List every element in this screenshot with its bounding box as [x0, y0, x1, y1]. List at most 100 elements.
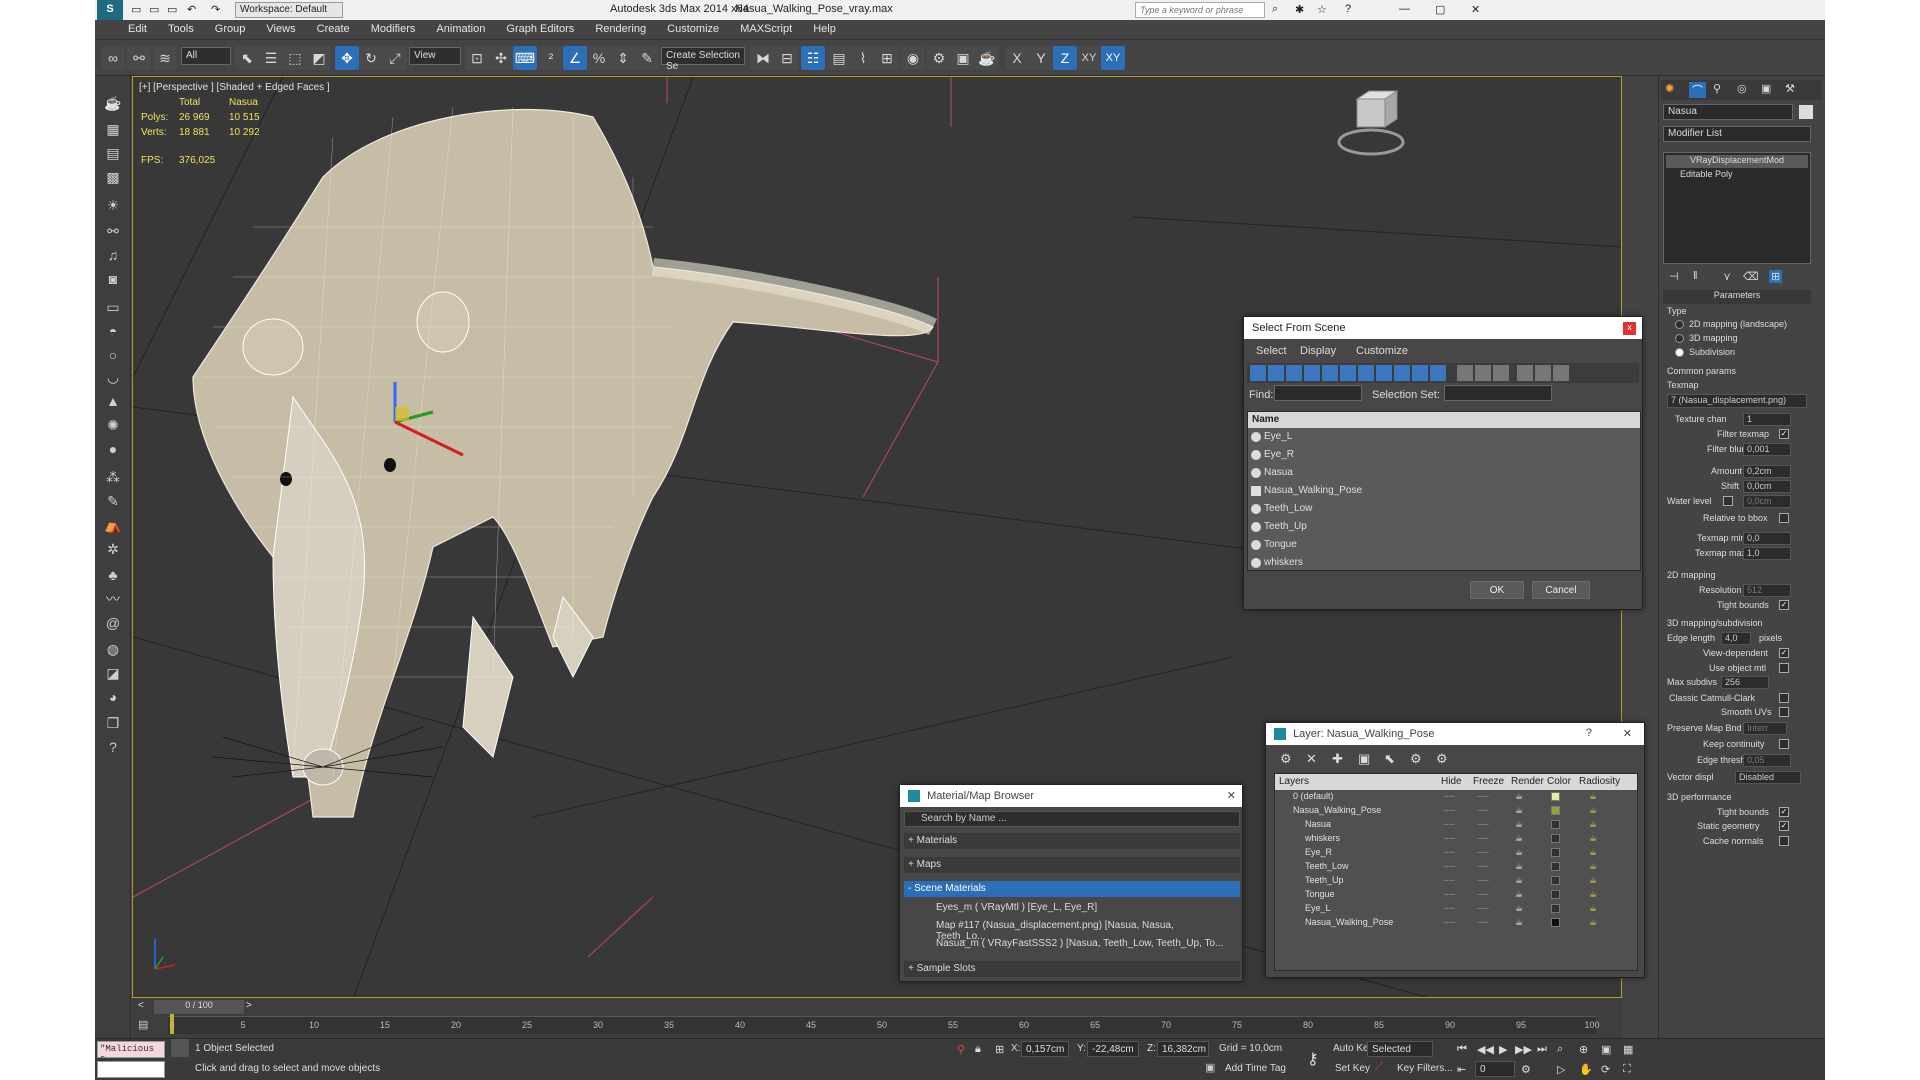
delete-layer-icon[interactable]: ✕: [1306, 751, 1317, 767]
pan-icon[interactable]: ✋: [1579, 1063, 1593, 1076]
freeze-toggle[interactable]: ----: [1477, 847, 1489, 857]
col-freeze[interactable]: Freeze: [1473, 776, 1504, 787]
scene-material-item[interactable]: Eyes_m ( VRayMtl ) [Eye_L, Eye_R]: [920, 900, 1240, 916]
time-config-icon[interactable]: ⚙: [1521, 1063, 1531, 1076]
render-production-icon[interactable]: ☕: [975, 46, 999, 70]
static-geometry-checkbox[interactable]: ✓: [1779, 821, 1789, 831]
snaps-toggle-icon[interactable]: ²: [539, 46, 563, 70]
remove-modifier-icon[interactable]: ⌫: [1743, 270, 1759, 283]
tent-icon[interactable]: ⛺: [101, 514, 125, 536]
scene-item[interactable]: Teeth_Low: [1248, 500, 1640, 518]
keep-continuity-checkbox[interactable]: [1779, 739, 1789, 749]
open-icon[interactable]: ▭: [149, 3, 159, 16]
tight-bounds-checkbox[interactable]: ✓: [1779, 600, 1789, 610]
radiosity-teapot-icon[interactable]: ☕︎: [1589, 791, 1597, 802]
star-icon[interactable]: ☆: [1317, 3, 1327, 16]
zoom-extents-all-icon[interactable]: ▦: [1623, 1043, 1633, 1056]
layer-row[interactable]: Teeth_Up ---- ---- ☕︎ ☕︎: [1275, 874, 1637, 888]
key-icon[interactable]: ⚷: [1307, 1049, 1319, 1069]
zoom-all-icon[interactable]: ⊕: [1579, 1043, 1588, 1056]
sample-slots-section[interactable]: + Sample Slots: [904, 961, 1240, 977]
render-teapot-icon[interactable]: ☕︎: [1515, 861, 1523, 872]
filter-texmap-checkbox[interactable]: ✓: [1779, 429, 1789, 439]
question-icon[interactable]: ?: [101, 736, 125, 758]
rendered-frame-icon[interactable]: ▣: [951, 46, 975, 70]
next-key-icon[interactable]: ▶▶: [1515, 1043, 1532, 1056]
type-2d-radio[interactable]: [1675, 320, 1684, 329]
fov-icon[interactable]: ▷: [1557, 1063, 1565, 1076]
menu-create[interactable]: Create: [308, 20, 359, 38]
menu-help[interactable]: Help: [804, 20, 845, 38]
layer-color-swatch[interactable]: [1551, 848, 1560, 857]
layer-color-swatch[interactable]: [1551, 876, 1560, 885]
radiosity-teapot-icon[interactable]: ☕︎: [1589, 833, 1597, 844]
files-icon[interactable]: ❐: [101, 712, 125, 734]
binoculars-icon[interactable]: ⌕: [1272, 3, 1278, 16]
sort-icon[interactable]: [1535, 365, 1551, 381]
vector-displ-dropdown[interactable]: Disabled: [1735, 771, 1801, 784]
layer-row[interactable]: Nasua_Walking_Pose ---- ---- ☕︎ ☕︎: [1275, 804, 1637, 818]
globe-icon[interactable]: ◍: [101, 638, 125, 660]
bind-spacewarp-icon[interactable]: ≋: [153, 46, 177, 70]
document-icon[interactable]: ▤: [101, 142, 125, 164]
add-to-layer-icon[interactable]: ▣: [1358, 751, 1370, 767]
freeze-toggle[interactable]: ----: [1477, 833, 1489, 843]
show-end-result-icon[interactable]: ‖: [1693, 270, 1698, 282]
app-logo-icon[interactable]: S: [97, 0, 123, 20]
water-level-checkbox[interactable]: [1723, 496, 1733, 506]
select-rotate-icon[interactable]: ↻: [359, 46, 383, 70]
axis-xy-cycle-button[interactable]: XY: [1101, 46, 1125, 70]
axis-x-button[interactable]: X: [1005, 46, 1029, 70]
curve-editor-icon[interactable]: ⌇: [851, 46, 875, 70]
search-input[interactable]: [1135, 2, 1265, 18]
mirror-icon[interactable]: ⧓: [751, 46, 775, 70]
texmap-button[interactable]: 7 (Nasua_displacement.png): [1667, 394, 1807, 408]
sun-icon[interactable]: ✺: [101, 414, 125, 436]
select-layer-icon[interactable]: ⬉: [1384, 751, 1395, 767]
layer-color-swatch[interactable]: [1551, 918, 1560, 927]
freeze-toggle[interactable]: ----: [1477, 917, 1489, 927]
render-icon[interactable]: ◕: [101, 686, 125, 708]
teapot-icon[interactable]: ☕: [101, 92, 125, 114]
select-object-icon[interactable]: ⬉: [235, 46, 259, 70]
texmap-min-spinner[interactable]: 0,0: [1743, 532, 1791, 545]
set-key-button[interactable]: Set Key: [1335, 1063, 1370, 1074]
layer-row[interactable]: Eye_L ---- ---- ☕︎ ☕︎: [1275, 902, 1637, 916]
menu-animation[interactable]: Animation: [427, 20, 494, 38]
menu-rendering[interactable]: Rendering: [586, 20, 655, 38]
plant-icon[interactable]: ♣: [101, 564, 125, 586]
render-setup-icon[interactable]: ⚙: [927, 46, 951, 70]
layer-color-swatch[interactable]: [1551, 890, 1560, 899]
filter-xrefs-icon[interactable]: [1376, 365, 1392, 381]
modifier-stack-item[interactable]: VRayDisplacementMod: [1666, 155, 1808, 168]
align-icon[interactable]: ⊟: [775, 46, 799, 70]
edge-length-spinner[interactable]: 4,0: [1721, 632, 1751, 645]
freeze-toggle[interactable]: ----: [1477, 889, 1489, 899]
layer-color-swatch[interactable]: [1551, 862, 1560, 871]
rect-selection-icon[interactable]: ⬚: [283, 46, 307, 70]
layer-row[interactable]: whiskers ---- ---- ☕︎ ☕︎: [1275, 832, 1637, 846]
smooth-uvs-checkbox[interactable]: [1779, 707, 1789, 717]
scene-item[interactable]: Eye_R: [1248, 446, 1640, 464]
named-selection-set-dropdown[interactable]: Create Selection Se: [661, 47, 745, 72]
hide-toggle[interactable]: ----: [1443, 791, 1455, 801]
col-render[interactable]: Render: [1511, 776, 1544, 787]
freeze-toggle[interactable]: ----: [1477, 861, 1489, 871]
col-layers[interactable]: Layers: [1279, 776, 1309, 787]
classic-cc-checkbox[interactable]: [1779, 693, 1789, 703]
selection-filter-dropdown[interactable]: All: [181, 47, 231, 65]
maximize-viewport-icon[interactable]: ⛶: [1623, 1063, 1631, 1076]
scene-item[interactable]: Teeth_Up: [1248, 518, 1640, 536]
filter-groups-icon[interactable]: [1358, 365, 1374, 381]
next-frame-icon[interactable]: >: [246, 1000, 262, 1014]
name-column-header[interactable]: Name: [1248, 412, 1640, 428]
help-icon[interactable]: ?: [1345, 3, 1351, 15]
cone-icon[interactable]: ▲: [101, 390, 125, 412]
type-3d-radio[interactable]: [1675, 334, 1684, 343]
freeze-toggle[interactable]: ----: [1477, 903, 1489, 913]
water-level-spinner[interactable]: 0,0cm: [1743, 495, 1791, 508]
z-coordinate-field[interactable]: 16,382cm: [1157, 1041, 1209, 1057]
scene-item[interactable]: Nasua_Walking_Pose: [1248, 482, 1640, 500]
create-tab-icon[interactable]: ✺: [1665, 82, 1674, 95]
freeze-toggle[interactable]: ----: [1477, 819, 1489, 829]
